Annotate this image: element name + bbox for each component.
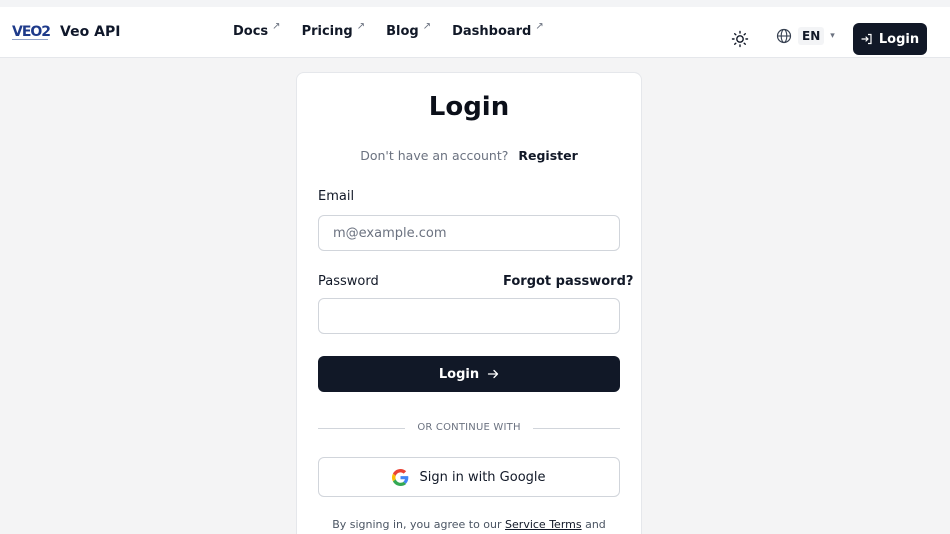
- chevron-down-icon: ▾: [830, 31, 835, 41]
- email-label: Email: [318, 189, 355, 204]
- forgot-password-link[interactable]: Forgot password?: [503, 274, 633, 289]
- arrow-right-icon: [487, 369, 499, 379]
- logo-underline: [12, 39, 48, 41]
- external-link-icon: ↗: [535, 21, 544, 32]
- top-navbar: VEO2 Veo API Docs ↗ Pricing ↗ Blog ↗ Das…: [0, 7, 950, 58]
- theme-toggle-button[interactable]: [731, 30, 749, 48]
- login-submit-button[interactable]: Login: [318, 356, 620, 392]
- nav-link-label: Pricing: [301, 24, 353, 39]
- header-login-label: Login: [878, 31, 920, 47]
- google-logo-icon: [392, 468, 409, 486]
- logo-mark-text: VEO2: [12, 24, 51, 40]
- language-selector[interactable]: EN ▾: [776, 25, 835, 47]
- password-field[interactable]: [318, 298, 620, 334]
- globe-icon: [776, 28, 792, 44]
- terms-notice: By signing in, you agree to our Service …: [296, 518, 642, 531]
- service-terms-link[interactable]: Service Terms: [505, 518, 582, 531]
- nav-link-dashboard[interactable]: Dashboard ↗: [452, 21, 544, 39]
- google-signin-label: Sign in with Google: [419, 469, 546, 485]
- nav-link-pricing[interactable]: Pricing ↗: [301, 21, 366, 39]
- logo-mark: VEO2: [12, 24, 51, 41]
- nav-link-label: Blog: [386, 24, 419, 39]
- nav-link-docs[interactable]: Docs ↗: [233, 21, 281, 39]
- header-login-button[interactable]: Login: [853, 23, 927, 55]
- external-link-icon: ↗: [272, 21, 281, 32]
- external-link-icon: ↗: [356, 21, 366, 32]
- sun-icon: [731, 30, 749, 48]
- site-logo[interactable]: VEO2 Veo API: [12, 24, 120, 40]
- email-field[interactable]: [318, 215, 620, 251]
- browser-top-strip: [0, 0, 950, 7]
- external-link-icon: ↗: [422, 21, 432, 32]
- sign-in-icon: [861, 33, 872, 45]
- main-nav: Docs ↗ Pricing ↗ Blog ↗ Dashboard ↗: [233, 21, 565, 39]
- terms-prefix: By signing in, you agree to our: [332, 518, 502, 531]
- google-signin-button[interactable]: Sign in with Google: [318, 457, 620, 497]
- brand-name: Veo API: [60, 24, 121, 40]
- divider-line-right: [533, 428, 620, 429]
- terms-suffix: and: [585, 518, 606, 531]
- register-prompt-text: Don't have an account?: [360, 148, 509, 163]
- nav-link-label: Docs: [233, 24, 269, 39]
- password-label: Password: [318, 274, 379, 289]
- language-code: EN: [798, 27, 825, 45]
- register-link[interactable]: Register: [518, 148, 577, 163]
- login-submit-label: Login: [438, 366, 480, 382]
- nav-link-blog[interactable]: Blog ↗: [386, 21, 432, 39]
- nav-link-label: Dashboard: [452, 24, 532, 39]
- page-title: Login: [428, 92, 510, 122]
- register-prompt: Don't have an account? Register: [296, 148, 642, 163]
